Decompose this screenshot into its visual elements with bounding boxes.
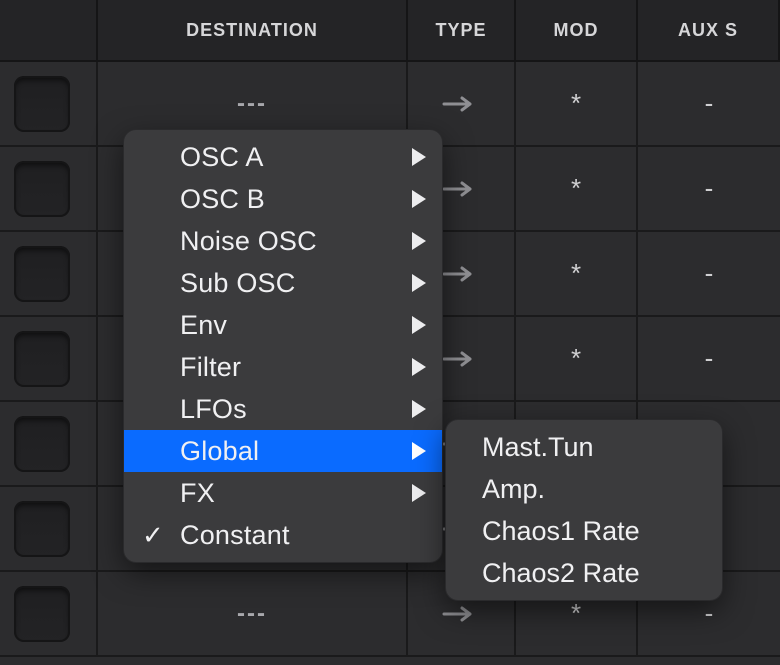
- aux-value: -: [705, 343, 714, 374]
- row-slot-well[interactable]: [0, 572, 98, 655]
- mod-cell[interactable]: *: [516, 232, 638, 315]
- menu-item-constant[interactable]: ✓ Constant: [124, 514, 442, 556]
- arrow-right-icon: [442, 605, 480, 623]
- slot-well-icon: [14, 416, 70, 472]
- row-slot-well[interactable]: [0, 487, 98, 570]
- slot-well-icon: [14, 161, 70, 217]
- chevron-right-icon: [412, 232, 426, 250]
- aux-value: -: [705, 598, 714, 629]
- menu-item-fx[interactable]: FX: [124, 472, 442, 514]
- menu-item-osc-a[interactable]: OSC A: [124, 136, 442, 178]
- menu-item-env[interactable]: Env: [124, 304, 442, 346]
- slot-well-icon: [14, 331, 70, 387]
- mod-cell[interactable]: *: [516, 62, 638, 145]
- menu-item-global[interactable]: Global: [124, 430, 442, 472]
- destination-menu[interactable]: OSC A OSC B Noise OSC Sub OSC Env Filter…: [124, 130, 442, 562]
- mod-value: *: [571, 598, 581, 629]
- check-icon: ✓: [142, 520, 164, 551]
- header-mod: MOD: [516, 0, 638, 60]
- destination-cell[interactable]: ---: [98, 572, 408, 655]
- header-type: TYPE: [408, 0, 516, 60]
- menu-item-label: Filter: [180, 352, 241, 383]
- slot-well-icon: [14, 501, 70, 557]
- submenu-item-label: Amp.: [482, 474, 545, 505]
- chevron-right-icon: [412, 484, 426, 502]
- mod-value: *: [571, 258, 581, 289]
- header-lead-spacer: [0, 0, 98, 60]
- header-destination: DESTINATION: [98, 0, 408, 60]
- chevron-right-icon: [412, 148, 426, 166]
- menu-item-sub-osc[interactable]: Sub OSC: [124, 262, 442, 304]
- menu-item-label: LFOs: [180, 394, 247, 425]
- menu-item-label: Noise OSC: [180, 226, 317, 257]
- slot-well-icon: [14, 586, 70, 642]
- menu-item-label: FX: [180, 478, 215, 509]
- row-slot-well[interactable]: [0, 62, 98, 145]
- aux-cell[interactable]: -: [638, 317, 780, 400]
- menu-item-label: Constant: [180, 520, 290, 551]
- chevron-right-icon: [412, 358, 426, 376]
- menu-item-label: OSC A: [180, 142, 264, 173]
- aux-value: -: [705, 258, 714, 289]
- mod-cell[interactable]: *: [516, 147, 638, 230]
- menu-item-osc-b[interactable]: OSC B: [124, 178, 442, 220]
- aux-value: -: [705, 173, 714, 204]
- arrow-right-icon: [442, 265, 480, 283]
- aux-cell[interactable]: -: [638, 232, 780, 315]
- slot-well-icon: [14, 76, 70, 132]
- submenu-item-label: Chaos2 Rate: [482, 558, 640, 589]
- submenu-item-chaos2-rate[interactable]: Chaos2 Rate: [446, 552, 722, 594]
- submenu-item-label: Mast.Tun: [482, 432, 594, 463]
- aux-cell[interactable]: -: [638, 62, 780, 145]
- row-slot-well[interactable]: [0, 147, 98, 230]
- row-slot-well[interactable]: [0, 317, 98, 400]
- matrix-header: DESTINATION TYPE MOD AUX S: [0, 0, 780, 62]
- slot-well-icon: [14, 246, 70, 302]
- menu-item-noise-osc[interactable]: Noise OSC: [124, 220, 442, 262]
- arrow-right-icon: [442, 95, 480, 113]
- mod-value: *: [571, 88, 581, 119]
- aux-cell[interactable]: -: [638, 147, 780, 230]
- arrow-right-icon: [442, 350, 480, 368]
- aux-value: -: [705, 88, 714, 119]
- row-slot-well[interactable]: [0, 402, 98, 485]
- chevron-right-icon: [412, 274, 426, 292]
- mod-cell[interactable]: *: [516, 317, 638, 400]
- chevron-right-icon: [412, 400, 426, 418]
- submenu-item-master-tune[interactable]: Mast.Tun: [446, 426, 722, 468]
- chevron-right-icon: [412, 190, 426, 208]
- menu-item-label: Global: [180, 436, 259, 467]
- menu-item-label: OSC B: [180, 184, 265, 215]
- menu-item-label: Sub OSC: [180, 268, 295, 299]
- submenu-item-chaos1-rate[interactable]: Chaos1 Rate: [446, 510, 722, 552]
- mod-value: *: [571, 343, 581, 374]
- submenu-item-amp[interactable]: Amp.: [446, 468, 722, 510]
- menu-item-label: Env: [180, 310, 227, 341]
- row-slot-well[interactable]: [0, 232, 98, 315]
- destination-submenu-global[interactable]: Mast.Tun Amp. Chaos1 Rate Chaos2 Rate: [446, 420, 722, 600]
- menu-item-lfos[interactable]: LFOs: [124, 388, 442, 430]
- chevron-right-icon: [412, 316, 426, 334]
- destination-value: ---: [237, 600, 267, 628]
- arrow-right-icon: [442, 180, 480, 198]
- menu-item-filter[interactable]: Filter: [124, 346, 442, 388]
- mod-value: *: [571, 173, 581, 204]
- destination-value: ---: [237, 90, 267, 118]
- submenu-item-label: Chaos1 Rate: [482, 516, 640, 547]
- chevron-right-icon: [412, 442, 426, 460]
- header-aux: AUX S: [638, 0, 780, 60]
